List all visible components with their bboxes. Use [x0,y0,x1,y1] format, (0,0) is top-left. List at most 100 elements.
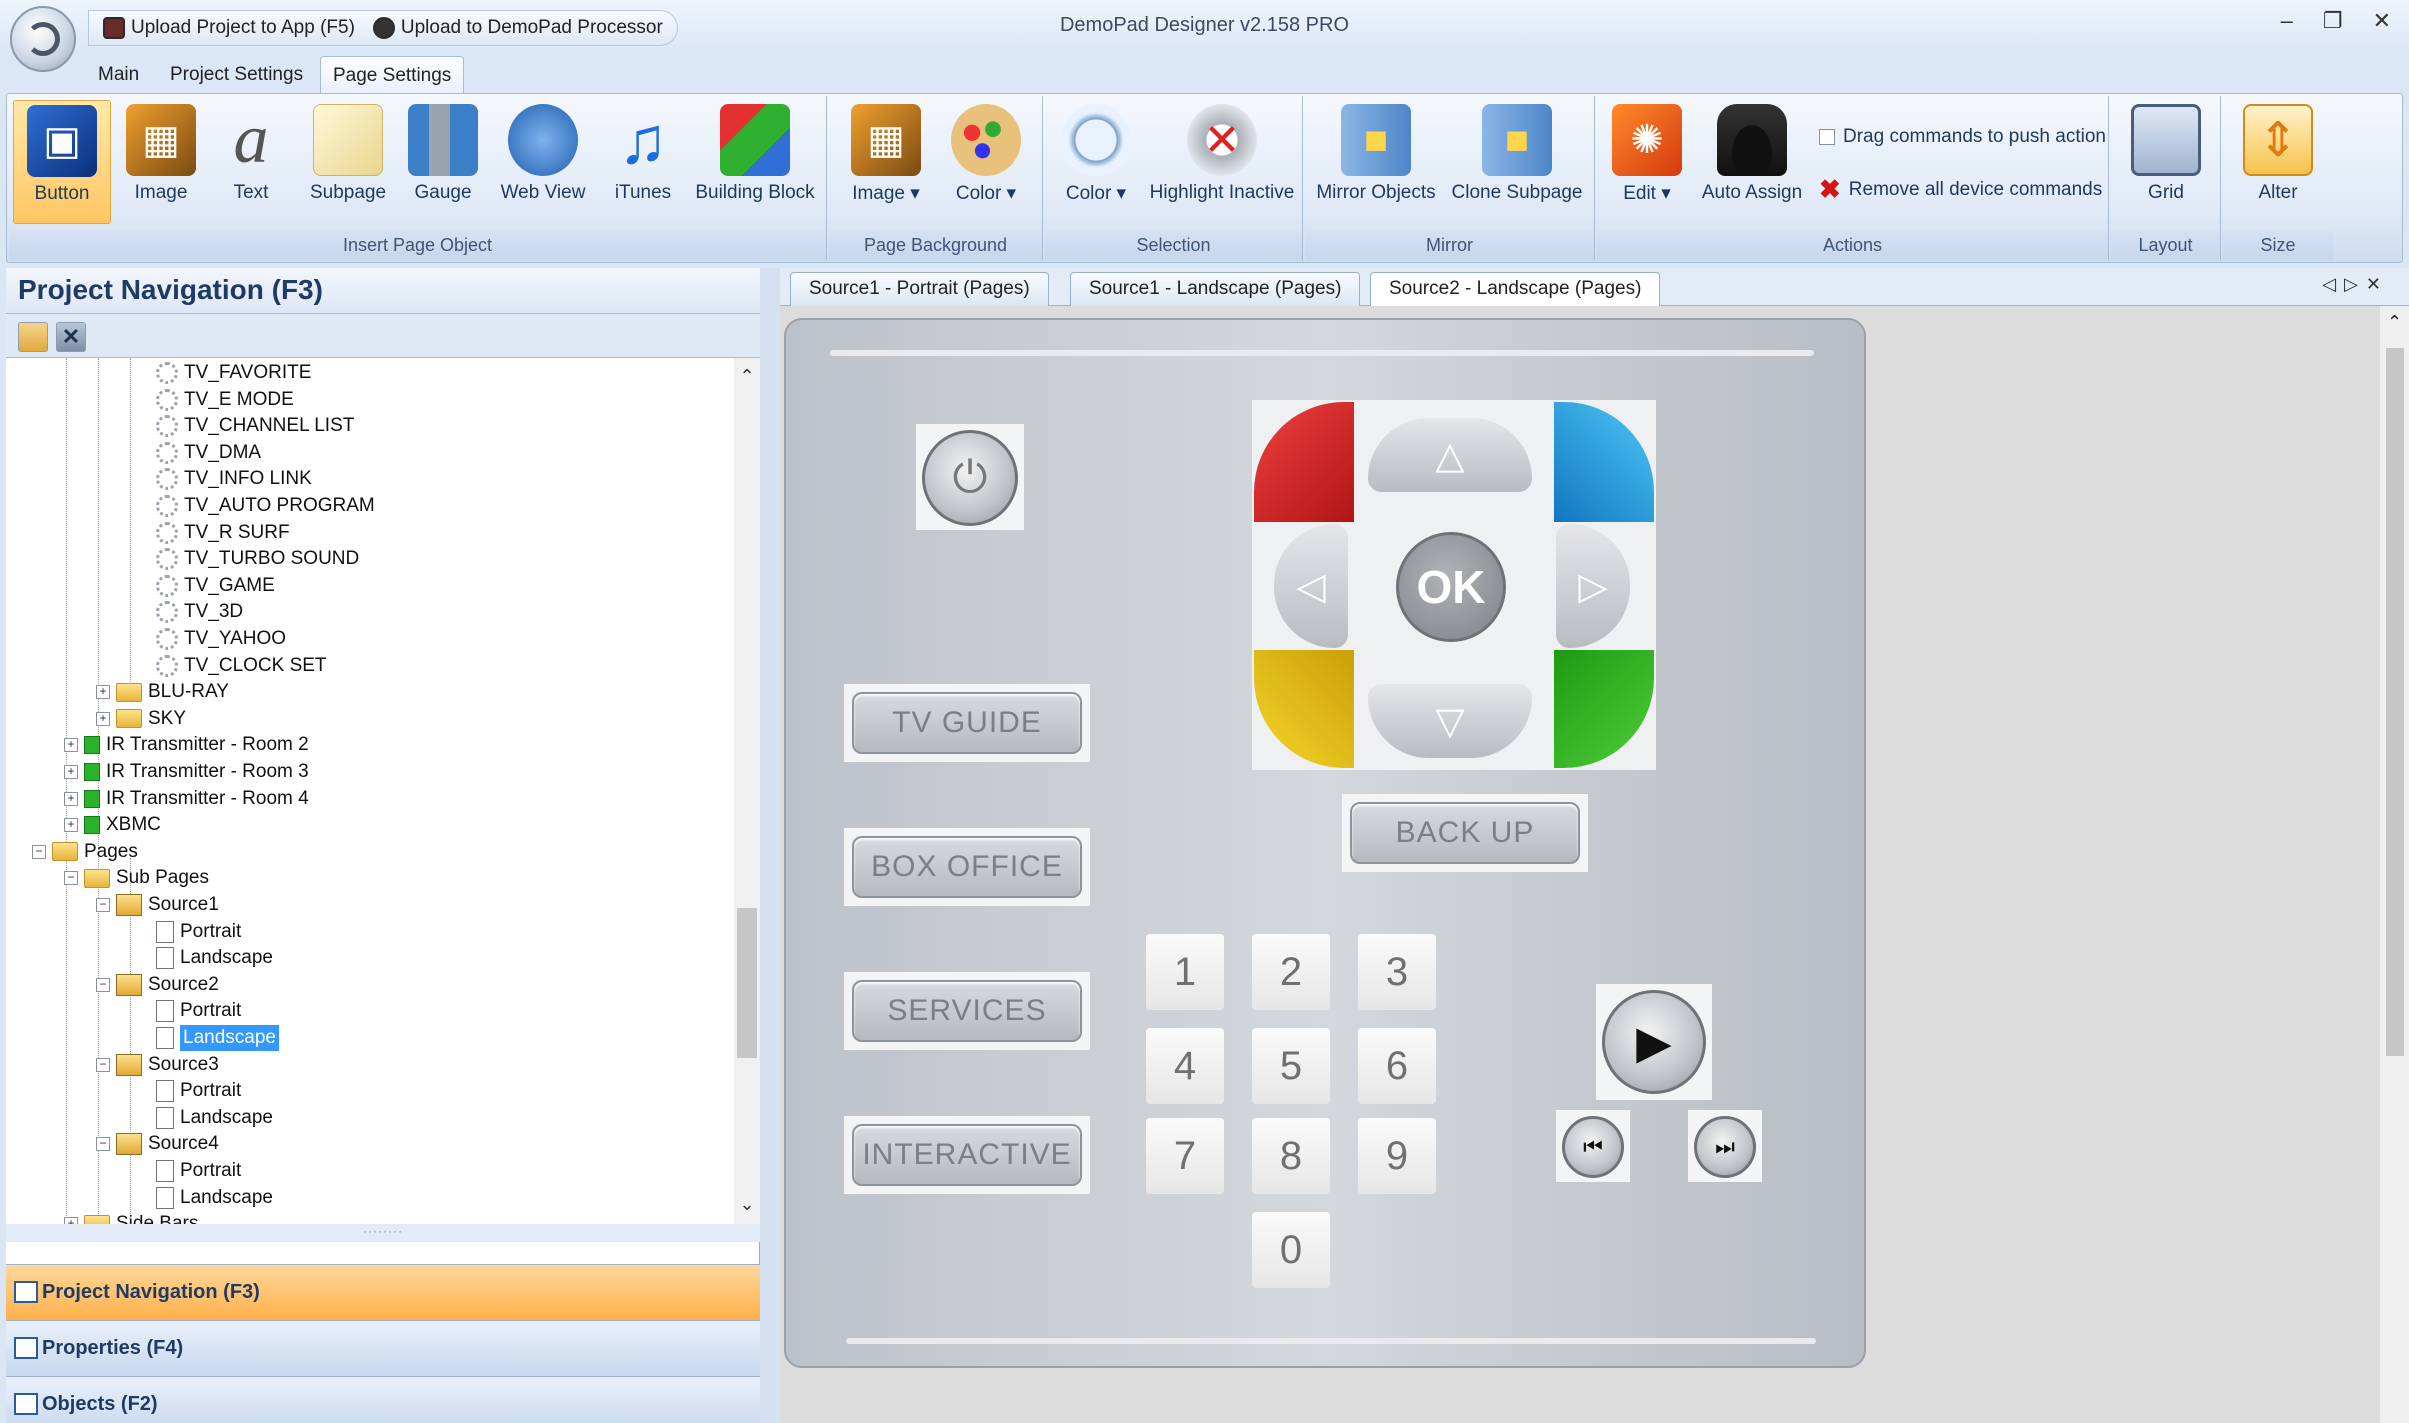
expand-icon[interactable]: + [64,738,78,753]
num-5-button[interactable]: 5 [1252,1028,1330,1104]
workspace-scroll-thumb[interactable] [2386,348,2404,1056]
doc-tab-source1-portrait[interactable]: Source1 - Portrait (Pages) [790,272,1049,306]
tree-item[interactable]: − Source4 [96,1131,219,1157]
collapse-icon[interactable]: − [96,1137,110,1152]
expand-icon[interactable]: + [96,685,110,700]
tree-item[interactable]: Portrait [156,1158,241,1184]
tree-scrollbar[interactable]: ⌃ ⌄ [734,358,760,1224]
back-up-button[interactable]: BACK UP [1350,802,1580,864]
ok-button[interactable]: OK [1396,532,1506,642]
background-image-button[interactable]: ▦ Image ▾ [839,100,933,224]
tree-item[interactable]: + XBMC [64,812,161,838]
box-office-button[interactable]: BOX OFFICE [852,836,1082,898]
drag-commands-checkbox[interactable]: Drag commands to push action [1819,126,2106,148]
grid-button[interactable]: Grid [2121,100,2211,224]
remove-commands-button[interactable]: ✖ Remove all device commands [1819,174,2102,205]
interactive-button[interactable]: INTERACTIVE [852,1124,1082,1186]
tree-item[interactable]: TV_AUTO PROGRAM [156,493,375,519]
tree-item[interactable]: + IR Transmitter - Room 4 [64,786,309,812]
num-1-button[interactable]: 1 [1146,934,1224,1010]
tree-item[interactable]: + BLU-RAY [96,679,229,705]
tree-item[interactable]: Portrait [156,1078,241,1104]
selection-color-button[interactable]: Color ▾ [1051,100,1141,224]
tree-item[interactable]: TV_YAHOO [156,626,286,652]
tree-item[interactable]: Landscape [156,945,273,971]
num-4-button[interactable]: 4 [1146,1028,1224,1104]
highlight-inactive-button[interactable]: ✕ Highlight Inactive [1147,100,1297,224]
power-button[interactable]: ⏻ [922,430,1018,526]
num-2-button[interactable]: 2 [1252,934,1330,1010]
doc-tab-source2-landscape[interactable]: Source2 - Landscape (Pages) [1370,272,1661,306]
tree-item[interactable]: + IR Transmitter - Room 2 [64,732,309,758]
restore-button[interactable]: ❐ [2323,8,2343,34]
alter-button[interactable]: ⇕ Alter [2233,100,2323,224]
tree-item[interactable]: TV_DMA [156,440,261,466]
delete-button[interactable]: ✕ [56,322,86,352]
workspace-scroll-up[interactable]: ⌃ [2380,312,2409,333]
insert-building-block-button[interactable]: Building Block [691,100,819,224]
tree-item[interactable]: − Source3 [96,1052,219,1078]
tree-item[interactable]: + SKY [96,706,186,732]
tree-item[interactable]: Landscape [156,1105,273,1131]
dpad-up-button[interactable]: △ [1368,418,1532,492]
insert-image-button[interactable]: ▦ Image [117,100,205,224]
app-menu-orb[interactable] [10,6,76,72]
insert-text-button[interactable]: a Text [209,100,293,224]
tab-project-navigation[interactable]: Project Navigation (F3) [6,1264,760,1320]
panel-splitter[interactable]: ········ [6,1224,760,1242]
doc-tab-source1-landscape[interactable]: Source1 - Landscape (Pages) [1070,272,1361,306]
tab-main[interactable]: Main [86,56,151,94]
collapse-icon[interactable]: − [96,1057,110,1072]
skip-back-button[interactable]: ⏮ [1562,1116,1624,1178]
tab-objects[interactable]: Objects (F2) [6,1376,760,1423]
expand-icon[interactable]: + [96,711,110,726]
tree-item[interactable]: TV_3D [156,599,243,625]
num-3-button[interactable]: 3 [1358,934,1436,1010]
services-button[interactable]: SERVICES [852,980,1082,1042]
mirror-objects-button[interactable]: ■ Mirror Objects [1311,100,1441,224]
tab-properties[interactable]: Properties (F4) [6,1320,760,1376]
tree-item[interactable]: Landscape [156,1025,279,1051]
num-6-button[interactable]: 6 [1358,1028,1436,1104]
panel-divider[interactable] [760,268,780,1423]
tree-item[interactable]: Portrait [156,998,241,1024]
tree-item[interactable]: TV_INFO LINK [156,466,312,492]
collapse-icon[interactable]: − [96,898,110,912]
scroll-up-arrow[interactable]: ⌃ [734,366,760,387]
tree-item[interactable]: − Pages [32,839,138,865]
expand-icon[interactable]: + [64,1217,78,1224]
tree-item[interactable]: Portrait [156,919,241,945]
background-color-button[interactable]: Color ▾ [939,100,1033,224]
tree-item[interactable]: + Side Bars [64,1211,198,1224]
auto-assign-button[interactable]: Auto Assign [1697,100,1807,224]
tree-item[interactable]: TV_GAME [156,573,275,599]
skip-forward-button[interactable]: ⏭ [1694,1116,1756,1178]
num-7-button[interactable]: 7 [1146,1118,1224,1194]
insert-subpage-button[interactable]: Subpage [301,100,395,224]
tab-project-settings[interactable]: Project Settings [158,56,315,94]
collapse-icon[interactable]: − [96,977,110,992]
tree-item[interactable]: TV_R SURF [156,520,290,546]
num-9-button[interactable]: 9 [1358,1118,1436,1194]
insert-itunes-button[interactable]: ♫ iTunes [601,100,685,224]
insert-gauge-button[interactable]: Gauge [401,100,485,224]
expand-icon[interactable]: + [64,791,78,806]
edit-button[interactable]: ✺ Edit ▾ [1605,100,1689,224]
drag-commands-check[interactable] [1819,129,1835,145]
tree-item[interactable]: Landscape [156,1185,273,1211]
num-8-button[interactable]: 8 [1252,1118,1330,1194]
num-0-button[interactable]: 0 [1252,1212,1330,1288]
tree-item[interactable]: + IR Transmitter - Room 3 [64,759,309,785]
tv-guide-button[interactable]: TV GUIDE [852,692,1082,754]
open-folder-button[interactable] [18,322,48,352]
insert-web-view-button[interactable]: Web View [491,100,595,224]
workspace-scrollbar[interactable]: ⌃ [2380,306,2409,1423]
scroll-down-arrow[interactable]: ⌄ [734,1194,760,1215]
clone-subpage-button[interactable]: ■ Clone Subpage [1447,100,1587,224]
close-button[interactable]: ✕ [2373,8,2391,34]
tree-item[interactable]: TV_FAVORITE [156,360,311,386]
tree-item[interactable]: − Sub Pages [64,865,209,891]
collapse-icon[interactable]: − [32,844,46,859]
insert-button-button[interactable]: ▣ Button [13,100,111,224]
minimize-button[interactable]: – [2281,8,2293,34]
